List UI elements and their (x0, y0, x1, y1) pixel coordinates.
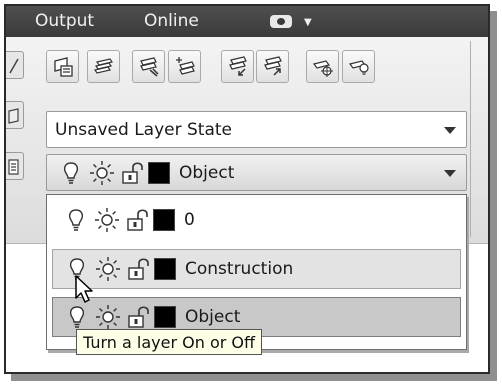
view-eye-dropdown[interactable]: ▼ (270, 15, 322, 29)
list-item[interactable]: Construction (52, 249, 461, 289)
sun-icon[interactable] (94, 207, 120, 233)
chevron-down-icon (444, 127, 456, 134)
menu-tab-online[interactable]: Online (144, 11, 199, 31)
layer-unisolate-button[interactable] (256, 50, 289, 83)
list-item[interactable]: 0 (52, 200, 461, 240)
layer-match-icon (140, 57, 159, 77)
layer-previous-button[interactable] (168, 50, 201, 83)
tooltip: Turn a layer On or Off (76, 329, 263, 355)
left-tool-stub-3[interactable] (6, 152, 24, 180)
layer-freeze-button[interactable] (306, 50, 339, 83)
left-tool-stub-2[interactable] (6, 101, 24, 129)
lightbulb-icon[interactable] (67, 208, 85, 232)
layer-stack-icon (94, 58, 113, 74)
layer-color-swatch[interactable] (148, 161, 170, 184)
layer-previous-icon (176, 57, 195, 75)
layer-name: 0 (184, 210, 195, 230)
layer-unisolate-icon (264, 56, 282, 76)
layer-color-swatch[interactable] (154, 258, 176, 280)
panel-divider (470, 41, 471, 237)
app-window: Output Online ▼ Unsaved Layer State Obje… (4, 4, 490, 374)
layer-tool-icon (8, 108, 19, 124)
pencil-icon (9, 58, 19, 74)
unlock-icon[interactable] (127, 305, 151, 329)
layer-color-swatch[interactable] (154, 306, 176, 328)
layer-row-icons: 0 (62, 200, 262, 240)
layer-isolate-icon (229, 56, 247, 76)
lightbulb-icon[interactable] (62, 161, 80, 185)
chevron-down-icon (444, 170, 456, 177)
sun-icon[interactable] (89, 160, 115, 186)
layer-properties-icon (54, 57, 73, 77)
unlock-icon[interactable] (127, 257, 151, 281)
layer-off-icon (348, 60, 369, 75)
sun-icon[interactable] (95, 304, 121, 330)
mouse-cursor-icon (75, 275, 93, 303)
lightbulb-icon[interactable] (68, 305, 86, 329)
layer-match-button[interactable] (132, 50, 165, 83)
layer-dropdown-list: 0 Construction Object (46, 194, 467, 350)
layer-properties-button[interactable] (46, 50, 79, 83)
unlock-icon[interactable] (121, 161, 145, 185)
layer-combo-icons: Object (57, 155, 257, 190)
layer-freeze-icon (312, 60, 333, 77)
unlock-icon[interactable] (126, 208, 150, 232)
chevron-down-icon: ▼ (304, 17, 312, 28)
layer-stack-button[interactable] (87, 50, 120, 83)
current-layer-name: Object (179, 162, 235, 183)
layer-state-combo[interactable]: Unsaved Layer State (46, 111, 467, 148)
document-icon (8, 159, 19, 175)
layer-name: Object (185, 307, 241, 327)
layer-color-swatch[interactable] (153, 209, 175, 231)
menu-tab-output[interactable]: Output (35, 11, 94, 31)
sun-icon[interactable] (95, 256, 121, 282)
menu-bar: Output Online ▼ (6, 6, 488, 37)
layer-combo[interactable]: Object (46, 154, 467, 191)
layer-isolate-button[interactable] (221, 50, 254, 83)
view-eye-icon (270, 15, 292, 28)
layer-state-value: Unsaved Layer State (55, 120, 233, 140)
left-tool-stub-1[interactable] (6, 51, 24, 79)
layer-name: Construction (185, 259, 294, 279)
layer-off-button[interactable] (342, 50, 375, 83)
